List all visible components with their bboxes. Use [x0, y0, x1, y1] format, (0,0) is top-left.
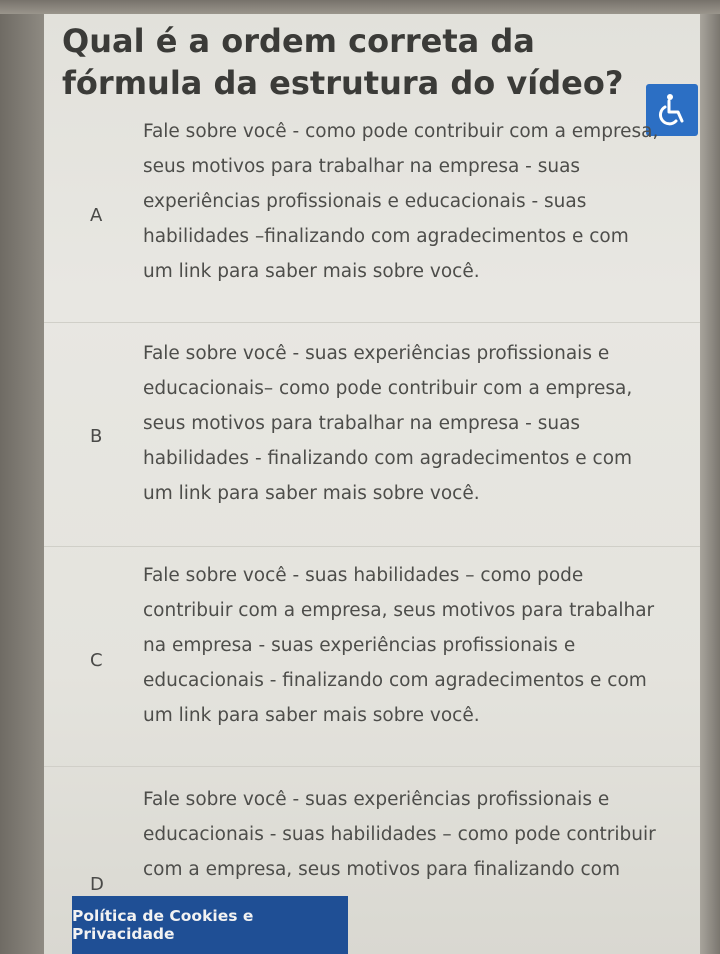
question-title: Qual é a ordem correta da fórmula da est…: [62, 22, 624, 102]
question-panel: Qual é a ordem correta da fórmula da est…: [44, 14, 700, 954]
screen-right-edge: [700, 14, 720, 954]
option-letter: C: [90, 650, 103, 671]
option-letter: B: [90, 426, 103, 447]
option-text: Fale sobre você - suas habilidades – com…: [143, 565, 655, 726]
option-text: Fale sobre você - suas experiências prof…: [143, 343, 633, 504]
screen-left-edge: [0, 14, 44, 954]
option-letter: D: [90, 874, 104, 895]
camera-top-edge: [0, 0, 720, 14]
option-b[interactable]: B Fale sobre você - suas experiências pr…: [44, 332, 700, 547]
option-text: Fale sobre você - como pode contribuir c…: [143, 121, 659, 282]
cookie-policy-button[interactable]: Política de Cookies e Privacidade: [72, 896, 348, 954]
option-text: Fale sobre você - suas experiências prof…: [143, 789, 656, 880]
option-a[interactable]: A Fale sobre você - como pode contribuir…: [44, 112, 700, 323]
option-letter: A: [90, 205, 103, 226]
option-c[interactable]: C Fale sobre você - suas habilidades – c…: [44, 556, 700, 767]
